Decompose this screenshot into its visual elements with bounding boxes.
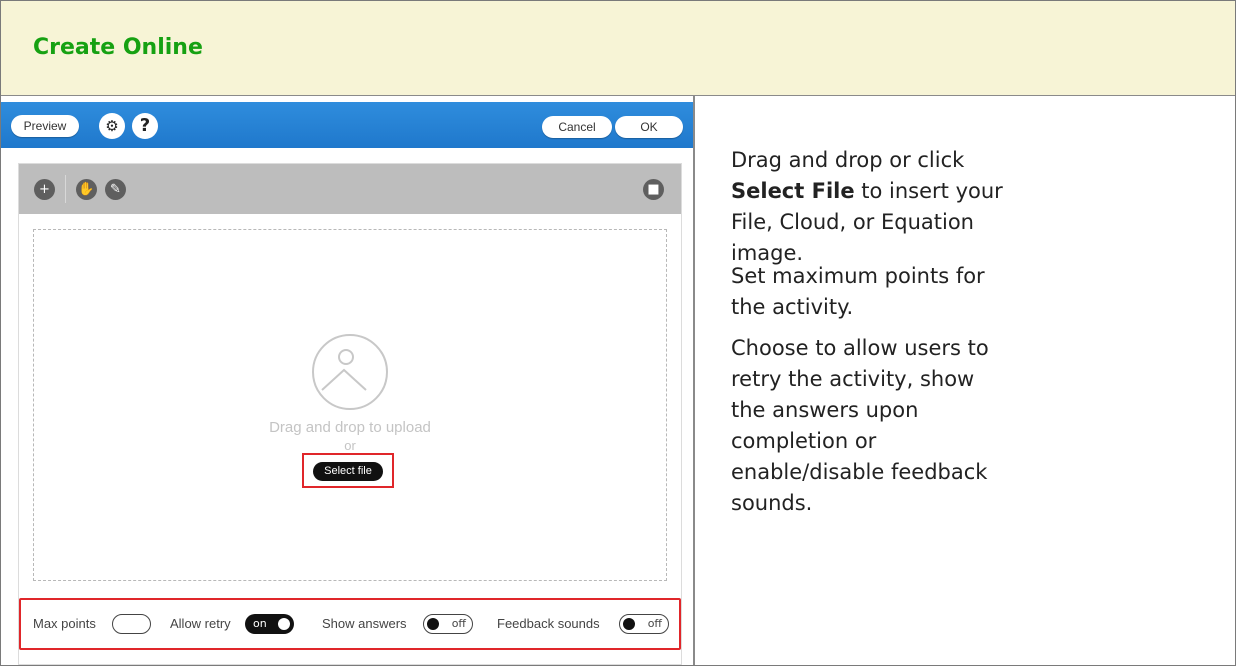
toggle-knob — [623, 618, 635, 630]
help-icon[interactable]: ? — [132, 113, 158, 139]
instructions-panel: Drag and drop or click Select File to in… — [694, 96, 1236, 665]
toggle-knob — [427, 618, 439, 630]
editor-screenshot: Preview ⚙ ? Cancel OK + ✋ ✎ ■ Drag and d… — [1, 96, 694, 665]
preview-button[interactable]: Preview — [11, 115, 79, 137]
show-answers-label: Show answers — [322, 616, 407, 631]
feedback-sounds-label: Feedback sounds — [497, 616, 600, 631]
hand-icon[interactable]: ✋ — [76, 179, 97, 200]
instruction-options: Choose to allow users to retry the activ… — [731, 336, 989, 515]
tutorial-frame: Create Online Preview ⚙ ? Cancel OK + ✋ … — [0, 0, 1236, 666]
select-file-button[interactable]: Select file — [313, 462, 383, 481]
allow-retry-label: Allow retry — [170, 616, 231, 631]
dropzone-text: Drag and drop to upload — [269, 419, 431, 436]
section-title: Create Online — [33, 35, 203, 60]
instruction-upload: Drag and drop or click Select File to in… — [731, 145, 1021, 269]
trash-icon[interactable]: ■ — [643, 179, 664, 200]
select-file-highlight: Select file — [302, 453, 394, 488]
allow-retry-toggle[interactable]: on — [245, 614, 294, 634]
toggle-knob — [278, 618, 290, 630]
editor-toolbar: + ✋ ✎ ■ — [19, 164, 681, 214]
instruction-upload-pre: Drag and drop or click — [731, 148, 965, 172]
allow-retry-state: on — [253, 617, 267, 630]
settings-gear-icon[interactable]: ⚙ — [99, 113, 125, 139]
feedback-sounds-toggle[interactable]: off — [619, 614, 669, 634]
section-header: Create Online — [1, 1, 1235, 96]
feedback-sounds-state: off — [647, 617, 662, 630]
dropzone-or-text: or — [344, 438, 356, 453]
editor-panel: + ✋ ✎ ■ Drag and drop to upload or Selec… — [18, 163, 682, 665]
show-answers-toggle[interactable]: off — [423, 614, 473, 634]
toolbar-divider — [65, 175, 66, 203]
add-icon[interactable]: + — [34, 179, 55, 200]
instruction-points: Set maximum points for the activity. — [731, 264, 985, 319]
cancel-button[interactable]: Cancel — [542, 116, 612, 138]
upload-dropzone[interactable]: Drag and drop to upload or Select file — [33, 229, 667, 581]
show-answers-state: off — [451, 617, 466, 630]
editor-topbar: Preview ⚙ ? Cancel OK — [1, 102, 693, 148]
max-points-label: Max points — [33, 616, 96, 631]
pencil-icon[interactable]: ✎ — [105, 179, 126, 200]
ok-button[interactable]: OK — [615, 116, 683, 138]
instruction-upload-bold: Select File — [731, 179, 855, 203]
settings-bar-highlight: Max points Allow retry on Show answers o… — [19, 598, 681, 650]
max-points-input[interactable] — [112, 614, 151, 634]
image-placeholder-icon — [312, 334, 388, 410]
